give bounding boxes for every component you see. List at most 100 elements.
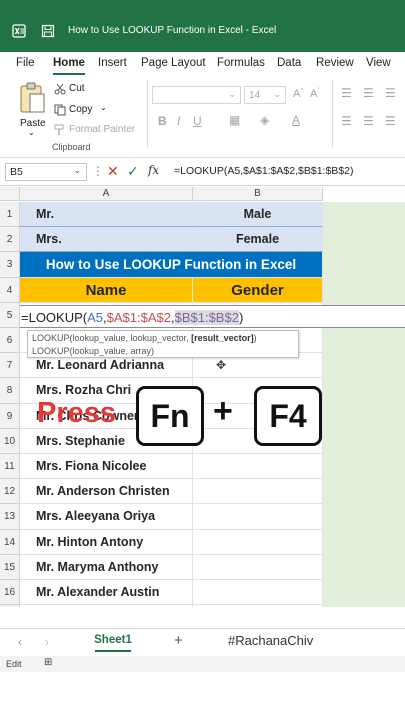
sheet-tab-underline (95, 650, 131, 652)
font-name-dropdown[interactable]: ⌄ (152, 86, 241, 104)
row-header[interactable]: 5 (0, 302, 20, 328)
align-bottom-right-icon[interactable]: ☰ (385, 114, 396, 128)
tab-view[interactable]: View (366, 57, 391, 69)
accessibility-icon[interactable]: ⊞ (44, 657, 52, 668)
cell-b[interactable] (193, 554, 323, 580)
cell-b[interactable] (193, 479, 323, 505)
name-box[interactable]: B5 ⌄ (5, 163, 87, 181)
align-left-icon[interactable]: ☰ (341, 86, 352, 100)
align-bottom-left-icon[interactable]: ☰ (341, 114, 352, 128)
prev-sheet-icon[interactable]: ‹ (18, 635, 22, 649)
align-center-icon[interactable]: ☰ (363, 86, 374, 100)
row-header[interactable]: 12 (0, 479, 20, 505)
cell-b[interactable]: Male (193, 202, 323, 228)
select-all-corner[interactable] (0, 187, 20, 201)
cell-b[interactable] (193, 605, 323, 607)
copy-label: Copy (69, 104, 93, 115)
cell-a[interactable]: Mr. Alexander Austin (20, 580, 193, 606)
sheet-tab-sheet1[interactable]: Sheet1 (87, 629, 139, 653)
row-header[interactable]: 17 (0, 605, 20, 607)
cancel-icon[interactable]: ✕ (107, 163, 119, 180)
fill-color-icon[interactable]: ◈ (260, 113, 269, 127)
cell-a[interactable]: Mr. Maryma Anthony (20, 554, 193, 580)
cell-a[interactable]: Mr. (20, 202, 193, 228)
tab-home[interactable]: Home (53, 57, 85, 69)
add-sheet-button[interactable]: + (174, 632, 183, 649)
cell-a[interactable]: Mrs. Fiona Nicolee (20, 454, 193, 480)
tooltip-line1-post: ) (253, 333, 257, 343)
tooltip-syntax-vector[interactable]: LOOKUP(lookup_value, lookup_vector, [res… (32, 332, 294, 345)
align-right-icon[interactable]: ☰ (385, 86, 396, 100)
cell-b[interactable] (193, 580, 323, 606)
column-header-a[interactable]: A (20, 187, 193, 201)
cut-button[interactable]: Cut (54, 82, 124, 96)
chevron-down-icon: ⌄ (273, 89, 281, 99)
copy-button[interactable]: Copy ⌄ (54, 103, 124, 117)
scissors-icon (54, 83, 66, 95)
paintbrush-icon (54, 124, 64, 135)
key-fn: Fn (136, 386, 204, 446)
title-cell[interactable]: How to Use LOOKUP Function in Excel (20, 252, 323, 278)
italic-icon[interactable]: I (177, 114, 180, 128)
row-header[interactable]: 3 (0, 252, 20, 278)
row-header[interactable]: 6 (0, 328, 20, 354)
ref-a5: A5 (87, 310, 104, 325)
row-header[interactable]: 10 (0, 428, 20, 454)
font-size-dropdown[interactable]: 14 ⌄ (244, 86, 286, 104)
underline-icon[interactable]: U (193, 114, 202, 128)
cell-a[interactable]: Mrs. (20, 227, 193, 253)
cell-b[interactable] (193, 504, 323, 530)
press-overlay-text: Press (37, 397, 117, 429)
formula-edit-line[interactable]: =LOOKUP(A5,$A$1:$A$2,$B$1:$B$2) (20, 305, 405, 328)
plus-sign: + (213, 392, 233, 430)
row-header[interactable]: 8 (0, 378, 20, 404)
cell-b[interactable]: Female (193, 227, 323, 253)
ref-b1-b2: $B$1:$B$2 (174, 310, 239, 325)
worksheet-grid[interactable]: A B 1 Mr. Male 2 Mrs. Female 3 How to Use LOOKU… (0, 187, 405, 607)
enter-icon[interactable]: ✓ (127, 163, 139, 180)
row-header[interactable]: 15 (0, 554, 20, 580)
status-mode: Edit (6, 659, 22, 669)
tab-page-layout[interactable]: Page Layout (141, 57, 206, 69)
next-sheet-icon[interactable]: › (45, 635, 49, 649)
column-highlight (323, 202, 405, 607)
formula-input[interactable]: =LOOKUP(A5,$A$1:$A$2,$B$1:$B$2) (174, 165, 354, 177)
row-header[interactable]: 13 (0, 504, 20, 530)
formula-close: ) (238, 310, 244, 325)
tab-formulas[interactable]: Formulas (217, 57, 265, 69)
cut-label: Cut (69, 83, 85, 94)
row-header[interactable]: 9 (0, 403, 20, 429)
cell-a[interactable]: Mr. Hinton Antony (20, 529, 193, 555)
font-color-icon[interactable]: A (292, 113, 300, 127)
tab-data[interactable]: Data (277, 57, 301, 69)
tab-insert[interactable]: Insert (98, 57, 127, 69)
row-header[interactable]: 14 (0, 529, 20, 555)
align-bottom-center-icon[interactable]: ☰ (363, 114, 374, 128)
column-header-b[interactable]: B (193, 187, 323, 201)
row-header[interactable]: 1 (0, 202, 20, 228)
borders-icon[interactable]: ▦ (229, 113, 240, 127)
tab-file[interactable]: File (16, 57, 35, 69)
decrease-font-icon[interactable]: Aˇ (310, 88, 319, 100)
row-header[interactable]: 2 (0, 227, 20, 253)
insert-function-icon[interactable]: fx (148, 163, 159, 177)
more-options-icon[interactable]: ⋮ (92, 164, 104, 178)
row-header[interactable]: 4 (0, 277, 20, 303)
row-header[interactable]: 7 (0, 353, 20, 379)
cell-b[interactable] (193, 529, 323, 555)
cell-b[interactable] (193, 454, 323, 480)
tab-review[interactable]: Review (316, 57, 354, 69)
paste-button[interactable]: Paste ⌄ (14, 82, 50, 137)
bold-icon[interactable]: B (158, 114, 167, 128)
cell-a[interactable]: Mr. Anderson Christen (20, 479, 193, 505)
header-cell-gender[interactable]: Gender (193, 277, 323, 303)
tooltip-syntax-array[interactable]: LOOKUP(lookup_value, array) (32, 345, 294, 358)
cell-a[interactable] (20, 605, 193, 607)
ribbon-home: Paste ⌄ Cut Copy ⌄ Format Painter Clipbo… (0, 76, 405, 158)
row-header[interactable]: 16 (0, 580, 20, 606)
row-header[interactable]: 11 (0, 454, 20, 480)
header-cell-name[interactable]: Name (20, 277, 193, 303)
save-icon[interactable] (41, 24, 55, 38)
increase-font-icon[interactable]: A^ (293, 88, 303, 100)
cell-a[interactable]: Mrs. Aleeyana Oriya (20, 504, 193, 530)
